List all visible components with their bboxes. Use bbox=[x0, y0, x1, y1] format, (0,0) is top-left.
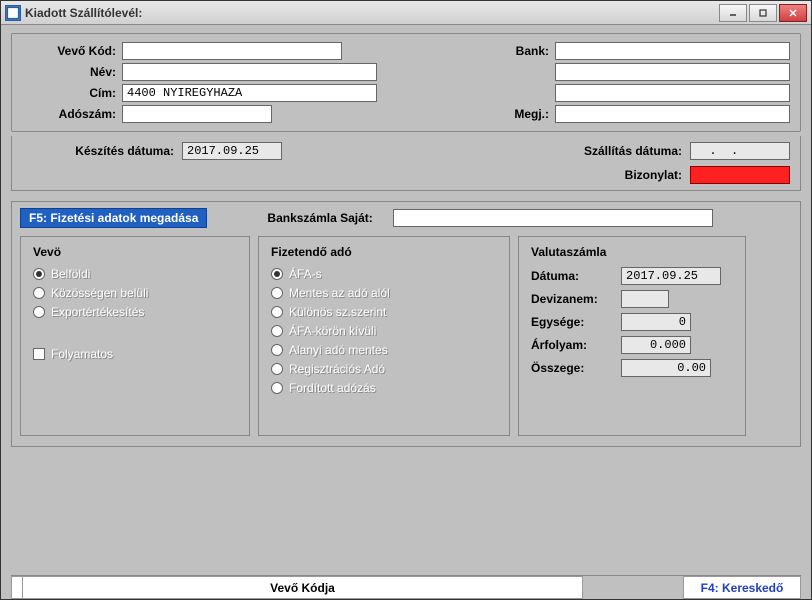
devizanem-input[interactable] bbox=[621, 290, 669, 308]
radio-icon bbox=[271, 344, 283, 356]
customer-form: Vevő Kód: Bank: Név: Cím: Adószám: Megj.… bbox=[11, 33, 801, 132]
f4-button[interactable]: F4: Kereskedő bbox=[683, 576, 801, 599]
bank-label: Bank: bbox=[500, 44, 555, 58]
devizanem-label: Devizanem: bbox=[531, 292, 621, 306]
vevo-radio-export[interactable]: Exportértékesítés bbox=[33, 305, 237, 319]
nev-input[interactable] bbox=[122, 63, 377, 81]
adoszam-label: Adószám: bbox=[22, 107, 122, 121]
vevo-group: Vevö Belföldi Közösségen belüli Exportér… bbox=[20, 236, 250, 436]
radio-icon bbox=[271, 287, 283, 299]
szallitas-label: Szállítás dátuma: bbox=[560, 144, 690, 158]
radio-icon bbox=[271, 382, 283, 394]
bizonylat-input[interactable] bbox=[690, 166, 790, 184]
egysege-label: Egysége: bbox=[531, 315, 621, 329]
radio-icon bbox=[33, 287, 45, 299]
vevo-radio-belfoldi[interactable]: Belföldi bbox=[33, 267, 237, 281]
ado-radio-alanyi[interactable]: Alanyi adó mentes bbox=[271, 343, 497, 357]
nev-label: Név: bbox=[22, 65, 122, 79]
bizonylat-label: Bizonylat: bbox=[560, 168, 690, 182]
ado-group: Fizetendő adó ÁFA-s Mentes az adó alól K… bbox=[258, 236, 510, 436]
adoszam-input[interactable] bbox=[122, 105, 272, 123]
statusbar: Vevő Kódja F4: Kereskedő bbox=[11, 575, 801, 599]
egysege-input[interactable] bbox=[621, 313, 691, 331]
ado-radio-forditott[interactable]: Fordított adózás bbox=[271, 381, 497, 395]
folyamatos-checkbox[interactable]: Folyamatos bbox=[33, 347, 237, 361]
client-area: Vevő Kód: Bank: Név: Cím: Adószám: Megj.… bbox=[1, 25, 811, 599]
vevo-kod-label: Vevő Kód: bbox=[22, 44, 122, 58]
bank-input-1[interactable] bbox=[555, 42, 790, 60]
maximize-button[interactable] bbox=[749, 4, 777, 22]
keszites-label: Készítés dátuma: bbox=[22, 144, 182, 158]
radio-icon bbox=[271, 363, 283, 375]
vevo-radio-kozossegen[interactable]: Közösségen belüli bbox=[33, 286, 237, 300]
dates-panel: Készítés dátuma: Szállítás dátuma: Bizon… bbox=[11, 136, 801, 191]
app-icon bbox=[5, 5, 21, 21]
radio-icon bbox=[271, 325, 283, 337]
ado-radio-kulonos[interactable]: Különös sz.szerint bbox=[271, 305, 497, 319]
arfolyam-label: Árfolyam: bbox=[531, 338, 621, 352]
valuta-legend: Valutaszámla bbox=[531, 245, 733, 259]
megj-input[interactable] bbox=[555, 105, 790, 123]
close-button[interactable] bbox=[779, 4, 807, 22]
window-title: Kiadott Szállítólevél: bbox=[25, 6, 719, 20]
megj-label: Megj.: bbox=[500, 107, 555, 121]
valuta-datum-label: Dátuma: bbox=[531, 269, 621, 283]
checkbox-icon bbox=[33, 348, 45, 360]
ado-legend: Fizetendő adó bbox=[271, 245, 497, 259]
vevo-legend: Vevö bbox=[33, 245, 237, 259]
statusbar-left bbox=[11, 576, 23, 599]
bank-input-2[interactable] bbox=[555, 63, 790, 81]
minimize-button[interactable] bbox=[719, 4, 747, 22]
valuta-datum-input[interactable] bbox=[621, 267, 721, 285]
titlebar[interactable]: Kiadott Szállítólevél: bbox=[1, 1, 811, 25]
radio-icon bbox=[271, 268, 283, 280]
f5-button[interactable]: F5: Fizetési adatok megadása bbox=[20, 208, 207, 228]
ado-radio-regisztracios[interactable]: Regisztrációs Adó bbox=[271, 362, 497, 376]
bankszamla-label: Bankszámla Saját: bbox=[267, 211, 372, 225]
arfolyam-input[interactable] bbox=[621, 336, 691, 354]
radio-icon bbox=[33, 268, 45, 280]
keszites-input[interactable] bbox=[182, 142, 282, 160]
szallitas-input[interactable] bbox=[690, 142, 790, 160]
ado-radio-koron[interactable]: ÁFA-körön kívüli bbox=[271, 324, 497, 338]
payment-panel: F5: Fizetési adatok megadása Bankszámla … bbox=[11, 201, 801, 447]
radio-icon bbox=[33, 306, 45, 318]
osszege-input[interactable] bbox=[621, 359, 711, 377]
radio-icon bbox=[271, 306, 283, 318]
ado-radio-mentes[interactable]: Mentes az adó alól bbox=[271, 286, 497, 300]
app-window: Kiadott Szállítólevél: Vevő Kód: Bank: N… bbox=[0, 0, 812, 600]
statusbar-message: Vevő Kódja bbox=[23, 576, 583, 599]
ado-radio-afas[interactable]: ÁFA-s bbox=[271, 267, 497, 281]
osszege-label: Összege: bbox=[531, 361, 621, 375]
vevo-kod-input[interactable] bbox=[122, 42, 342, 60]
cim-label: Cím: bbox=[22, 86, 122, 100]
bank-input-3[interactable] bbox=[555, 84, 790, 102]
cim-input[interactable] bbox=[122, 84, 377, 102]
valuta-group: Valutaszámla Dátuma: Devizanem: Egysége: bbox=[518, 236, 746, 436]
bankszamla-input[interactable] bbox=[393, 209, 713, 227]
